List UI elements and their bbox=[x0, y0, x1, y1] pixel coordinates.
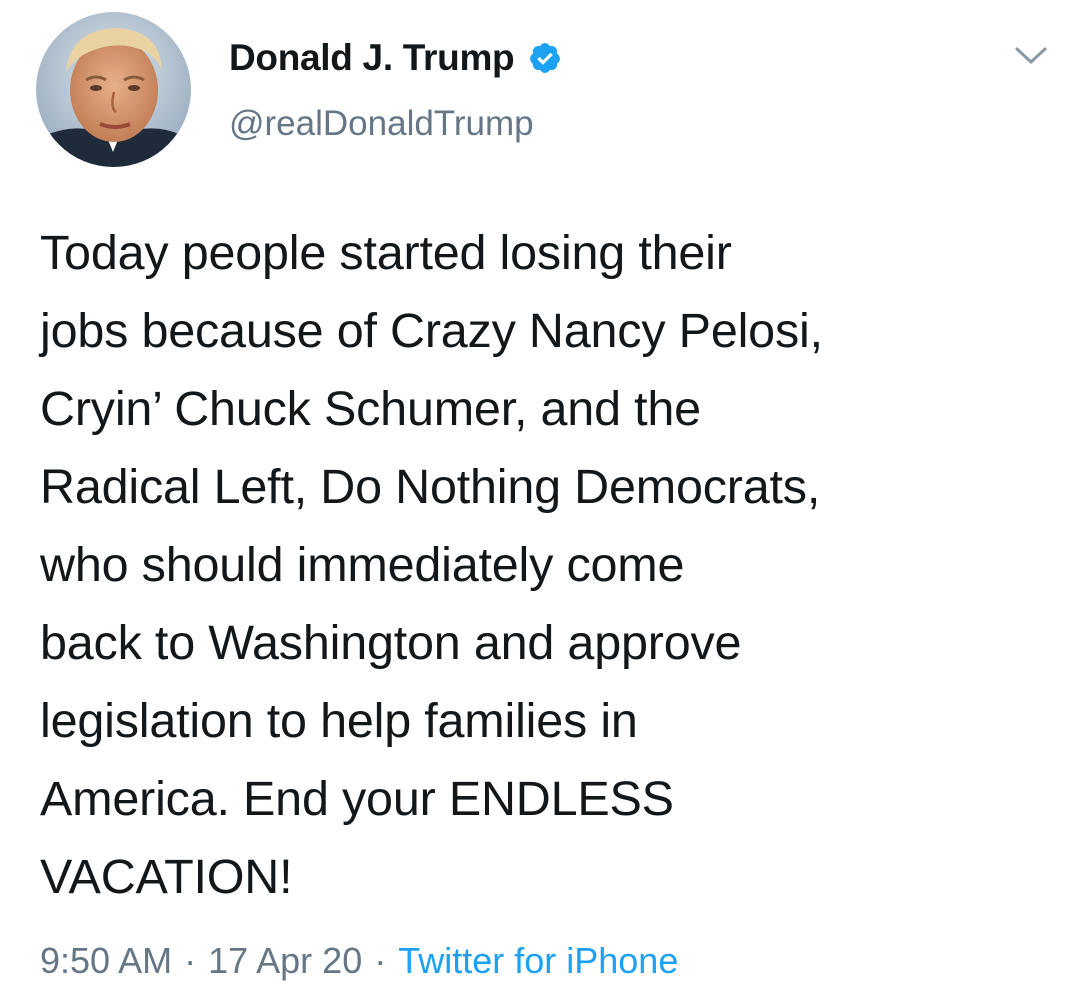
display-name[interactable]: Donald J. Trump bbox=[229, 37, 515, 79]
meta-separator: · bbox=[184, 940, 197, 981]
tweet-text: Today people started losing their jobs b… bbox=[40, 214, 1060, 916]
author-row: Donald J. Trump bbox=[229, 34, 562, 82]
meta-separator: · bbox=[374, 940, 387, 981]
tweet-text-line: Radical Left, Do Nothing Democrats, bbox=[40, 460, 821, 514]
user-handle[interactable]: @realDonaldTrump bbox=[229, 104, 534, 144]
tweet-meta: 9:50 AM · 17 Apr 20 · Twitter for iPhone bbox=[40, 936, 678, 986]
tweet-text-line: VACATION! bbox=[40, 850, 293, 904]
profile-avatar[interactable] bbox=[36, 12, 191, 167]
profile-photo-icon bbox=[36, 12, 191, 167]
tweet-text-line: legislation to help families in bbox=[40, 694, 638, 748]
tweet-text-line: Today people started losing their bbox=[40, 226, 732, 280]
verified-badge-icon bbox=[528, 41, 562, 75]
tweet-source-link[interactable]: Twitter for iPhone bbox=[398, 940, 678, 982]
tweet-date[interactable]: 17 Apr 20 bbox=[208, 940, 362, 982]
tweet-text-line: back to Washington and approve bbox=[40, 616, 742, 670]
tweet-text-line: America. End your ENDLESS bbox=[40, 772, 674, 826]
tweet-text-line: jobs because of Crazy Nancy Pelosi, bbox=[40, 304, 823, 358]
tweet-time[interactable]: 9:50 AM bbox=[40, 940, 172, 982]
tweet-text-line: who should immediately come bbox=[40, 538, 685, 592]
tweet-card: Donald J. Trump @realDonaldTrump Today p… bbox=[0, 0, 1080, 991]
tweet-text-line: Cryin’ Chuck Schumer, and the bbox=[40, 382, 701, 436]
chevron-down-icon[interactable] bbox=[1014, 44, 1048, 68]
